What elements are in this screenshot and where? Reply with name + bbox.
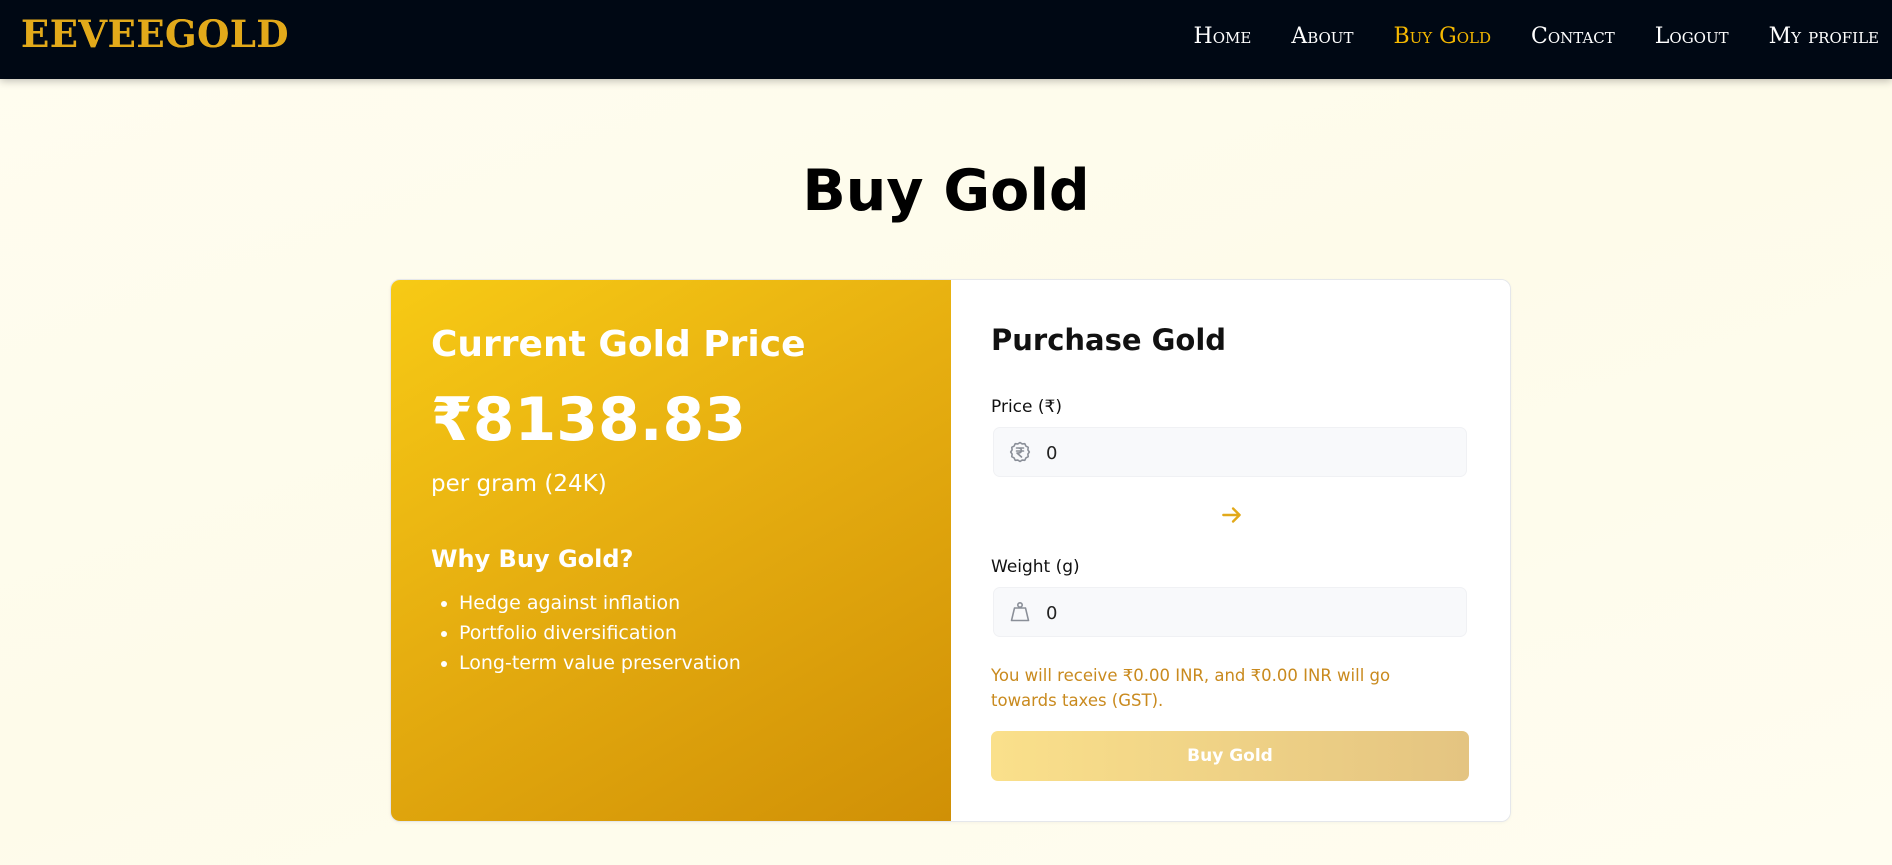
rupee-coin-icon (1009, 441, 1031, 463)
list-item: Hedge against inflation (459, 588, 741, 618)
price-input[interactable] (1044, 428, 1458, 478)
nav-link-my-profile[interactable]: My profile (1769, 24, 1879, 49)
why-buy-list: Hedge against inflation Portfolio divers… (431, 588, 741, 678)
buy-gold-button[interactable]: Buy Gold (991, 731, 1469, 781)
navbar: EEVEEGOLD Home About Buy Gold Contact Lo… (0, 0, 1892, 79)
weight-input-wrapper (993, 587, 1467, 638)
gold-price-heading: Current Gold Price (431, 324, 806, 365)
gold-price-value: ₹8138.83 (431, 385, 747, 455)
purchase-summary: You will receive ₹0.00 INR, and ₹0.00 IN… (991, 666, 1391, 710)
price-label: Price (₹) (991, 397, 1062, 417)
gold-price-panel: Current Gold Price ₹8138.83 per gram (24… (391, 280, 951, 821)
nav-link-buy-gold[interactable]: Buy Gold (1393, 24, 1491, 49)
list-item: Long-term value preservation (459, 648, 741, 678)
weight-input[interactable] (1044, 588, 1458, 638)
page-title: Buy Gold (802, 158, 1090, 224)
nav-link-contact[interactable]: Contact (1531, 24, 1615, 49)
price-input-wrapper (993, 427, 1467, 478)
purchase-form: Purchase Gold Price (₹) Weight (g) You w… (951, 280, 1510, 821)
weight-label: Weight (g) (991, 557, 1080, 577)
list-item: Portfolio diversification (459, 618, 741, 648)
arrow-right-icon[interactable] (1219, 502, 1245, 528)
purchase-heading: Purchase Gold (991, 323, 1227, 357)
weight-bag-icon (1010, 601, 1030, 622)
nav-link-about[interactable]: About (1291, 24, 1353, 49)
nav-links: Home About Buy Gold Contact Logout My pr… (1194, 24, 1879, 49)
buy-gold-card: Current Gold Price ₹8138.83 per gram (24… (390, 279, 1511, 822)
nav-link-logout[interactable]: Logout (1655, 24, 1729, 49)
brand-logo[interactable]: EEVEEGOLD (21, 12, 289, 56)
nav-link-home[interactable]: Home (1194, 24, 1252, 49)
gold-price-unit: per gram (24K) (431, 471, 607, 497)
why-buy-heading: Why Buy Gold? (431, 545, 634, 573)
